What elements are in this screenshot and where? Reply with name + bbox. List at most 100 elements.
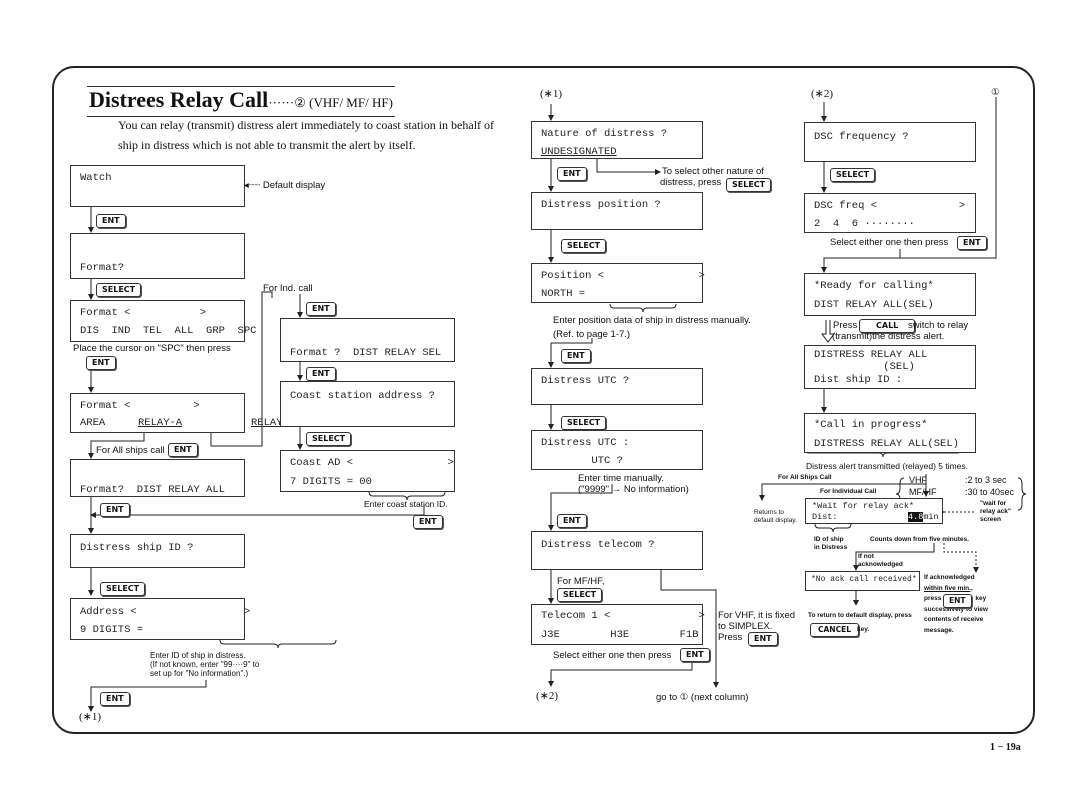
transmitted-note: Distress alert transmitted (relayed) 5 t… (806, 461, 969, 471)
ent-key[interactable]: ENT (306, 367, 336, 381)
ent-key[interactable]: ENT (557, 514, 587, 528)
lcd-coast-ad: Coast AD < > 7 DIGITS = 00 (280, 450, 455, 492)
lcd-line: DSC frequency ? (814, 131, 909, 143)
lcd-line: Distress telecom ? (541, 539, 655, 551)
lcd-watch: Watch (70, 165, 245, 207)
lcd-line: Format < > (80, 400, 200, 412)
title-suffix: ······② (VHF/ MF/ HF) (268, 95, 393, 110)
lcd-line: Position < > (541, 270, 705, 282)
vhf-label: VHF (909, 475, 927, 485)
lcd-line: Coast station address ? (290, 390, 435, 402)
ent-key[interactable]: ENT (168, 443, 198, 457)
if-not-ack-note: If not acknowledged (858, 553, 903, 568)
ent-key[interactable]: ENT (748, 632, 778, 646)
lcd-line: *Call in progress* (814, 419, 928, 431)
lcd-line: *Wait for relay ack* (812, 501, 915, 511)
lcd-line: Nature of distress ? (541, 128, 668, 140)
select-key[interactable]: SELECT (830, 168, 876, 182)
page-number: 1 − 19a (990, 742, 1021, 753)
lcd-line: 7 DIGITS = 00 (290, 476, 372, 488)
lcd-line: Dist: (812, 512, 838, 522)
for-ind-call-note: For Ind. call (263, 283, 313, 294)
lcd-format-relay: Format < > AREA RELAY-A RELAY-S (70, 393, 295, 433)
lcd-line: Address < > (80, 606, 251, 618)
ent-key[interactable]: ENT (561, 349, 591, 363)
lcd-line: Format ? DIST RELAY SEL (290, 347, 442, 359)
press-note-3: (transmit)the distress alert. (832, 331, 945, 342)
ent-key[interactable]: ENT (86, 356, 116, 370)
lcd-line: Coast AD < > (290, 457, 454, 469)
select-either-note: Select either one then press (830, 237, 949, 248)
lcd-line: 9 DIGITS = (80, 624, 144, 636)
lcd-line: DISTRESS RELAY ALL(SEL) (814, 438, 959, 450)
lcd-format-select: Format < > DIS IND TEL ALL GRP SPC (70, 300, 256, 342)
select-key[interactable]: SELECT (561, 416, 607, 430)
ent-key[interactable]: ENT (557, 167, 587, 181)
lcd-distress-position: Distress position ? (531, 192, 703, 230)
lcd-line: Distress ship ID ? (80, 542, 194, 554)
lcd-position: Position < > NORTH = (531, 263, 705, 303)
intro-text: You can relay (transmit) distress alert … (118, 115, 518, 155)
lcd-call-in-progress: *Call in progress* DISTRESS RELAY ALL(SEL… (804, 413, 976, 453)
for-all-ships-call-note: For All Ships Call (778, 474, 832, 481)
position-note: Enter position data of ship in distress … (553, 315, 751, 340)
ref-star-1: (∗1) (540, 88, 563, 100)
lcd-address: Address < > 9 DIGITS = (70, 598, 250, 640)
ref-circle-1: ① (991, 87, 1000, 98)
mfhf-label: MF/HF (909, 487, 937, 497)
select-key[interactable]: SELECT (96, 283, 142, 297)
ent-key[interactable]: ENT (306, 302, 336, 316)
lcd-telecom: Telecom 1 < > J3E H3E F1B (531, 604, 705, 645)
default-display-note: ◂┈┈ Default display (244, 180, 326, 191)
lcd-distress-relay-all: DISTRESS RELAY ALL (SEL) Dist ship ID : (804, 345, 976, 389)
mfhf-time: :30 to 40sec (965, 487, 1015, 497)
ent-key[interactable]: ENT (957, 236, 987, 250)
lcd-line: DIST RELAY ALL(SEL) (814, 299, 934, 311)
lcd-ready-for-calling: *Ready for calling* DIST RELAY ALL(SEL) (804, 273, 976, 316)
lcd-option-area: AREA (80, 417, 106, 429)
ent-key[interactable]: ENT (100, 503, 130, 517)
lcd-format-dist-all: Format? DIST RELAY ALL (70, 459, 245, 497)
lcd-line: UTC ? (541, 455, 623, 467)
to-return-note: To return to default display, press (808, 612, 912, 619)
ent-key[interactable]: ENT (100, 692, 130, 706)
ent-key[interactable]: ENT (680, 648, 710, 662)
lcd-dsc-frequency-q: DSC frequency ? (804, 122, 976, 162)
lcd-line: 2 4 6 ········ (814, 218, 915, 230)
place-cursor-note: Place the cursor on "SPC" then press (73, 343, 231, 354)
select-key[interactable]: SELECT (726, 178, 772, 192)
intro-line-1: You can relay (transmit) distress alert … (118, 118, 495, 132)
lcd-distress-utc-q: Distress UTC ? (531, 368, 703, 405)
vhf-time: :2 to 3 sec (965, 475, 1007, 485)
lcd-nature-of-distress: Nature of distress ? UNDESIGNATED (531, 121, 703, 159)
ent-key[interactable]: ENT (413, 515, 443, 529)
select-key[interactable]: SELECT (100, 582, 146, 596)
enter-id-note: Enter ID of ship in distress. (If not kno… (150, 651, 260, 678)
lcd-line: J3E H3E F1B (541, 629, 699, 641)
press-note-2: switch to relay (908, 320, 969, 331)
ent-key[interactable]: ENT (96, 214, 126, 228)
press-note: Press (833, 320, 858, 331)
lcd-dist-ship-id: Distress ship ID ? (70, 534, 245, 568)
select-key[interactable]: SELECT (306, 432, 352, 446)
ent-key[interactable]: ENT (943, 594, 972, 608)
counts-down-note: Counts down from five minutes. (870, 536, 969, 543)
select-key[interactable]: SELECT (557, 588, 603, 602)
returns-default-note: Returns to default display. (754, 509, 797, 524)
lcd-coast-address-q: Coast station address ? (280, 381, 455, 427)
cancel-key[interactable]: CANCEL (810, 623, 859, 637)
lcd-line: *No ack call received* (811, 575, 917, 584)
lcd-line: Telecom 1 < > (541, 610, 705, 622)
lcd-nature-value: UNDESIGNATED (541, 146, 617, 158)
countdown-unit: min (923, 512, 939, 522)
for-individual-call-note: For Individual Call (820, 488, 877, 495)
lcd-distress-telecom: Distress telecom ? (531, 531, 703, 570)
lcd-line: Format? (80, 262, 125, 274)
select-key[interactable]: SELECT (561, 239, 607, 253)
lcd-line: Distress UTC : (541, 437, 630, 449)
lcd-line: NORTH = (541, 288, 586, 300)
lcd-distress-utc: Distress UTC : UTC ? (531, 430, 703, 470)
id-of-ship-note: ID of ship in Distress (814, 536, 848, 551)
ref-star-2: (∗2) (811, 88, 834, 100)
lcd-line: Format? DIST RELAY ALL (80, 484, 225, 496)
